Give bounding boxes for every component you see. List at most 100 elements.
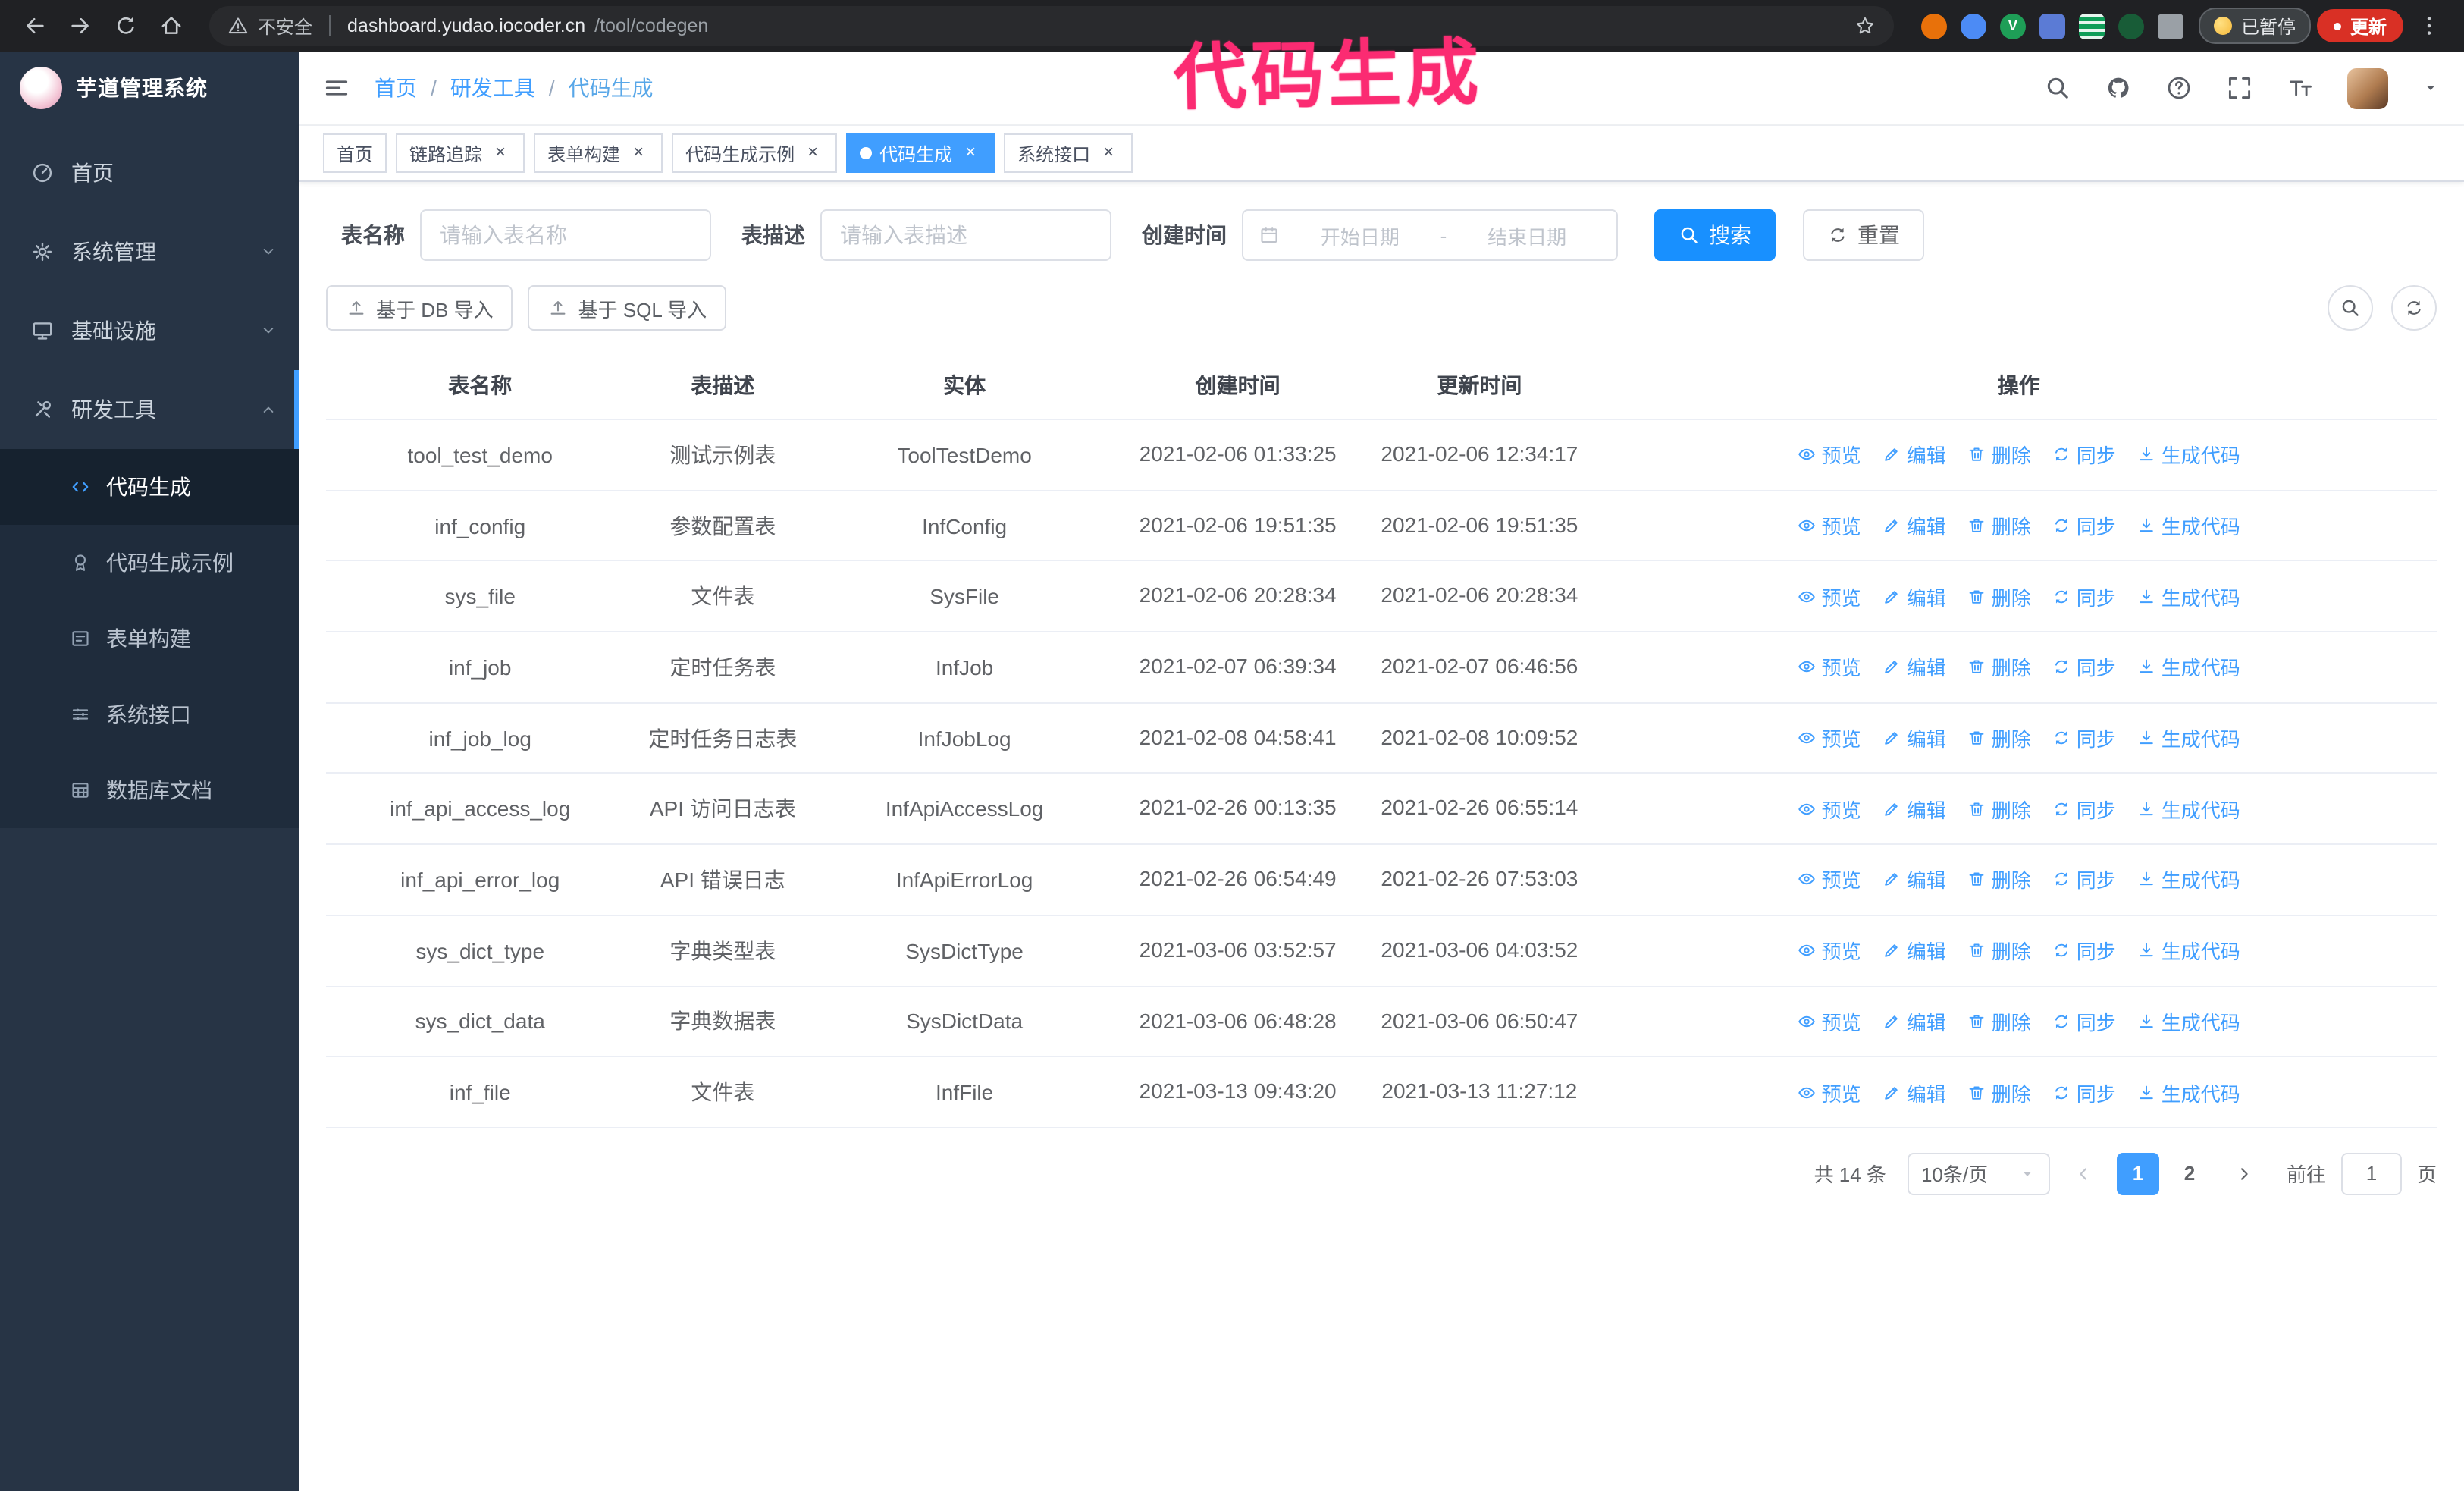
sidebar-item[interactable]: 研发工具 xyxy=(0,370,299,449)
hamburger-icon[interactable] xyxy=(323,74,350,102)
table-action[interactable]: 同步 xyxy=(2052,795,2116,824)
browser-reload-button[interactable] xyxy=(106,6,146,46)
extensions-puzzle-icon[interactable] xyxy=(2157,13,2183,39)
sidebar-item[interactable]: 基础设施 xyxy=(0,291,299,370)
import-db-button[interactable]: 基于 DB 导入 xyxy=(326,285,513,331)
paused-badge[interactable]: 已暂停 xyxy=(2198,8,2311,44)
table-action[interactable]: 删除 xyxy=(1967,582,2031,611)
table-action[interactable]: 预览 xyxy=(1798,865,1861,894)
tab[interactable]: 链路追踪 × xyxy=(396,133,525,173)
page-size-select[interactable]: 10条/页 xyxy=(1907,1152,2050,1195)
bookmark-star-icon[interactable] xyxy=(1854,15,1876,36)
tab-close-icon[interactable]: × xyxy=(960,142,981,164)
table-action[interactable]: 预览 xyxy=(1798,795,1861,824)
browser-menu-button[interactable] xyxy=(2409,6,2449,46)
table-action[interactable]: 编辑 xyxy=(1882,441,1946,469)
search-icon[interactable] xyxy=(2044,74,2071,102)
table-action[interactable]: 编辑 xyxy=(1882,865,1946,894)
date-start-placeholder[interactable]: 开始日期 xyxy=(1286,221,1434,250)
table-action[interactable]: 删除 xyxy=(1967,1007,2031,1036)
extension-icon[interactable]: V xyxy=(1999,13,2026,39)
table-action[interactable]: 编辑 xyxy=(1882,795,1946,824)
table-action[interactable]: 删除 xyxy=(1967,936,2031,965)
toggle-search-button[interactable] xyxy=(2328,285,2373,331)
page-number[interactable]: 2 xyxy=(2168,1153,2211,1195)
browser-home-button[interactable] xyxy=(152,6,191,46)
table-action[interactable]: 编辑 xyxy=(1882,653,1946,682)
tab[interactable]: 代码生成示例 × xyxy=(672,133,838,173)
table-action[interactable]: 删除 xyxy=(1967,441,2031,469)
font-size-icon[interactable] xyxy=(2287,74,2314,102)
avatar-caret-icon[interactable] xyxy=(2422,79,2440,97)
breadcrumb-item[interactable]: 研发工具 xyxy=(450,73,535,103)
table-action[interactable]: 同步 xyxy=(2052,936,2116,965)
table-action[interactable]: 编辑 xyxy=(1882,511,1946,540)
tab-close-icon[interactable]: × xyxy=(490,142,511,164)
date-end-placeholder[interactable]: 结束日期 xyxy=(1453,221,1601,250)
table-action[interactable]: 删除 xyxy=(1967,653,2031,682)
table-name-input[interactable] xyxy=(420,209,711,261)
table-action[interactable]: 编辑 xyxy=(1882,936,1946,965)
search-button[interactable]: 搜索 xyxy=(1654,209,1776,261)
sidebar-subitem[interactable]: 数据库文档 xyxy=(0,752,299,828)
table-action[interactable]: 预览 xyxy=(1798,582,1861,611)
browser-back-button[interactable] xyxy=(15,6,55,46)
sidebar-subitem[interactable]: 表单构建 xyxy=(0,601,299,676)
help-icon[interactable] xyxy=(2165,74,2193,102)
fullscreen-icon[interactable] xyxy=(2226,74,2253,102)
tab-close-icon[interactable]: × xyxy=(628,142,649,164)
table-action[interactable]: 生成代码 xyxy=(2137,582,2240,611)
tab-close-icon[interactable]: × xyxy=(802,142,823,164)
table-action[interactable]: 编辑 xyxy=(1882,1078,1946,1106)
tab[interactable]: 首页 xyxy=(323,133,387,173)
address-bar[interactable]: 不安全 dashboard.yudao.iocoder.cn/tool/code… xyxy=(209,6,1894,46)
update-button[interactable]: 更新 xyxy=(2316,9,2403,42)
tab[interactable]: 表单构建 × xyxy=(534,133,663,173)
table-action[interactable]: 同步 xyxy=(2052,441,2116,469)
table-action[interactable]: 生成代码 xyxy=(2137,795,2240,824)
sidebar-item[interactable]: 首页 xyxy=(0,133,299,212)
extension-icon[interactable] xyxy=(2078,13,2105,39)
table-action[interactable]: 删除 xyxy=(1967,511,2031,540)
date-range-picker[interactable]: 开始日期 - 结束日期 xyxy=(1242,209,1618,261)
table-action[interactable]: 预览 xyxy=(1798,936,1861,965)
app-logo[interactable]: 芋道管理系统 xyxy=(0,52,299,124)
github-icon[interactable] xyxy=(2105,74,2132,102)
table-action[interactable]: 预览 xyxy=(1798,724,1861,752)
table-action[interactable]: 生成代码 xyxy=(2137,1078,2240,1106)
prev-page-button[interactable] xyxy=(2065,1153,2102,1195)
tab[interactable]: 系统接口 × xyxy=(1004,133,1133,173)
table-action[interactable]: 生成代码 xyxy=(2137,653,2240,682)
table-action[interactable]: 同步 xyxy=(2052,582,2116,611)
table-action[interactable]: 预览 xyxy=(1798,1007,1861,1036)
table-action[interactable]: 生成代码 xyxy=(2137,724,2240,752)
table-action[interactable]: 生成代码 xyxy=(2137,936,2240,965)
table-action[interactable]: 同步 xyxy=(2052,724,2116,752)
table-action[interactable]: 编辑 xyxy=(1882,582,1946,611)
sidebar-subitem[interactable]: 代码生成 xyxy=(0,449,299,525)
table-action[interactable]: 删除 xyxy=(1967,1078,2031,1106)
extension-icon[interactable] xyxy=(2118,13,2144,39)
refresh-button[interactable] xyxy=(2391,285,2437,331)
table-action[interactable]: 删除 xyxy=(1967,724,2031,752)
extension-icon[interactable] xyxy=(1960,13,1986,39)
table-action[interactable]: 预览 xyxy=(1798,653,1861,682)
table-action[interactable]: 预览 xyxy=(1798,511,1861,540)
breadcrumb-item[interactable]: 首页 xyxy=(375,73,417,103)
table-desc-input[interactable] xyxy=(820,209,1111,261)
sidebar-subitem[interactable]: 系统接口 xyxy=(0,676,299,752)
table-action[interactable]: 同步 xyxy=(2052,865,2116,894)
reset-button[interactable]: 重置 xyxy=(1803,209,1924,261)
tab[interactable]: 代码生成 × xyxy=(846,133,995,173)
next-page-button[interactable] xyxy=(2226,1153,2262,1195)
table-action[interactable]: 生成代码 xyxy=(2137,511,2240,540)
table-action[interactable]: 预览 xyxy=(1798,441,1861,469)
table-action[interactable]: 编辑 xyxy=(1882,1007,1946,1036)
table-action[interactable]: 预览 xyxy=(1798,1078,1861,1106)
table-action[interactable]: 同步 xyxy=(2052,1078,2116,1106)
page-number[interactable]: 1 xyxy=(2116,1152,2159,1195)
goto-page-input[interactable] xyxy=(2340,1152,2402,1195)
table-action[interactable]: 编辑 xyxy=(1882,724,1946,752)
extension-icon[interactable] xyxy=(2039,13,2065,39)
table-action[interactable]: 同步 xyxy=(2052,511,2116,540)
